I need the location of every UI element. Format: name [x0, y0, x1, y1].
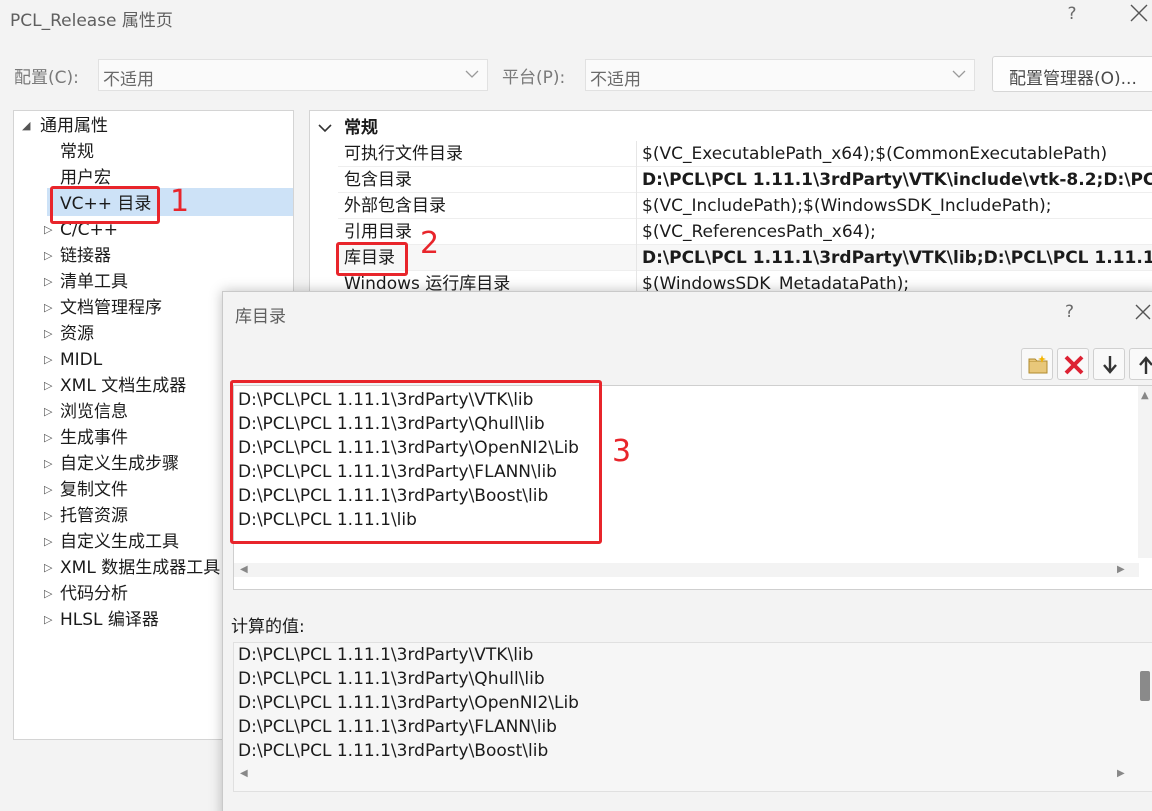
- expand-arrow-icon[interactable]: ▷: [44, 295, 56, 321]
- move-up-icon[interactable]: [1129, 348, 1152, 380]
- property-row[interactable]: 包含目录 D:\PCL\PCL 1.11.1\3rdParty\VTK\inclu…: [338, 167, 1152, 193]
- tree-item-label: XML 数据生成器工具: [60, 558, 221, 578]
- property-name: 包含目录: [344, 170, 412, 190]
- column-separator: [636, 219, 637, 245]
- platform-value: 不适用: [590, 70, 641, 90]
- tree-item-label: 清单工具: [60, 272, 128, 292]
- scroll-right-icon[interactable]: ▶: [1117, 564, 1125, 575]
- expand-arrow-icon[interactable]: ▷: [44, 347, 56, 373]
- tree-root-label: 通用属性: [40, 116, 108, 136]
- platform-dropdown[interactable]: 不适用: [585, 59, 975, 91]
- new-folder-icon[interactable]: [1021, 348, 1053, 380]
- property-row[interactable]: 库目录 D:\PCL\PCL 1.11.1\3rdParty\VTK\lib;D:…: [338, 245, 1152, 271]
- tree-item-label: XML 文档生成器: [60, 376, 187, 396]
- chevron-down-icon: [465, 70, 479, 78]
- column-separator: [636, 245, 637, 271]
- expand-arrow-icon[interactable]: ▷: [44, 607, 56, 633]
- config-label: 配置(C):: [14, 68, 79, 88]
- tree-item-label: 文档管理程序: [60, 298, 162, 318]
- window-title: PCL_Release 属性页: [10, 11, 173, 31]
- property-value: $(VC_IncludePath);$(WindowsSDK_IncludePa…: [642, 196, 1052, 216]
- annotation-number-3: 3: [612, 434, 632, 469]
- expand-arrow-icon[interactable]: ▷: [44, 321, 56, 347]
- tree-item-label: 复制文件: [60, 480, 128, 500]
- computed-values-label: 计算的值:: [231, 617, 305, 637]
- collapse-arrow-icon: ◢: [22, 119, 31, 132]
- expand-arrow-icon[interactable]: ▷: [44, 373, 56, 399]
- column-separator: [636, 167, 637, 193]
- scroll-right-icon[interactable]: ▶: [1117, 768, 1125, 779]
- tree-item-label: 常规: [60, 142, 94, 162]
- annotation-box-1: [50, 186, 160, 224]
- tree-item-label: HLSL 编译器: [60, 610, 159, 630]
- expand-arrow-icon[interactable]: ▷: [44, 581, 56, 607]
- close-icon[interactable]: [1128, 2, 1152, 28]
- move-down-icon[interactable]: [1093, 348, 1125, 380]
- expand-arrow-icon[interactable]: ▷: [44, 399, 56, 425]
- annotation-box-3: [230, 380, 602, 544]
- config-manager-button[interactable]: 配置管理器(O)...: [992, 56, 1152, 92]
- tree-item-label: 链接器: [60, 246, 111, 266]
- tree-item-label: 托管资源: [60, 506, 128, 526]
- property-value: $(VC_ExecutablePath_x64);$(CommonExecuta…: [642, 144, 1108, 164]
- property-value: $(VC_ReferencesPath_x64);: [642, 222, 876, 242]
- property-value: D:\PCL\PCL 1.11.1\3rdParty\VTK\include\v…: [642, 170, 1152, 190]
- chevron-down-icon: [318, 124, 332, 133]
- expand-arrow-icon[interactable]: ▷: [44, 269, 56, 295]
- computed-value: D:\PCL\PCL 1.11.1\3rdParty\OpenNI2\Lib: [238, 693, 579, 713]
- computed-value: D:\PCL\PCL 1.11.1\3rdParty\VTK\lib: [238, 645, 534, 665]
- library-dirs-dialog: 库目录 ? D:\PCL\PCL 1.11.1\3rdParty\VTK\lib…: [222, 291, 1152, 811]
- tree-item-label: 自定义生成步骤: [60, 454, 179, 474]
- grid-category[interactable]: 常规: [318, 115, 378, 141]
- expand-arrow-icon[interactable]: ▷: [44, 451, 56, 477]
- property-row[interactable]: 可执行文件目录 $(VC_ExecutablePath_x64);$(Common…: [338, 141, 1152, 167]
- property-name: 可执行文件目录: [344, 144, 463, 164]
- dialog-title: 库目录: [235, 307, 286, 327]
- expand-arrow-icon[interactable]: ▷: [44, 503, 56, 529]
- tree-item-label: 生成事件: [60, 428, 128, 448]
- property-value: D:\PCL\PCL 1.11.1\3rdParty\VTK\lib;D:\PC…: [642, 248, 1152, 268]
- annotation-number-2: 2: [420, 226, 440, 261]
- vertical-scrollbar[interactable]: ▲: [1138, 386, 1152, 558]
- column-separator: [636, 193, 637, 219]
- computed-value: D:\PCL\PCL 1.11.1\3rdParty\FLANN\lib: [238, 717, 557, 737]
- tree-item-label: 自定义生成工具: [60, 532, 179, 552]
- dialog-close-icon[interactable]: [1133, 302, 1152, 326]
- expand-arrow-icon[interactable]: ▷: [44, 425, 56, 451]
- scroll-left-icon[interactable]: ◀: [240, 768, 248, 779]
- horizontal-scrollbar[interactable]: ◀ ▶: [234, 563, 1139, 577]
- column-separator: [636, 141, 637, 167]
- chevron-down-icon: [952, 70, 966, 78]
- computed-values-list: D:\PCL\PCL 1.11.1\3rdParty\VTK\lib D:\PCL…: [233, 642, 1152, 792]
- annotation-box-2: [336, 242, 408, 276]
- property-grid: 常规 可执行文件目录 $(VC_ExecutablePath_x64);$(Com…: [309, 110, 1152, 300]
- property-name: 外部包含目录: [344, 196, 446, 216]
- scroll-left-icon[interactable]: ◀: [240, 564, 248, 575]
- tree-item-label: MIDL: [60, 350, 103, 370]
- computed-value: D:\PCL\PCL 1.11.1\3rdParty\Boost\lib: [238, 741, 549, 761]
- tree-item-label: 浏览信息: [60, 402, 128, 422]
- expand-arrow-icon[interactable]: ▷: [44, 529, 56, 555]
- config-value: 不适用: [103, 70, 154, 90]
- tree-item-label: 资源: [60, 324, 94, 344]
- config-manager-label: 配置管理器(O)...: [1009, 69, 1137, 89]
- expand-arrow-icon[interactable]: ▷: [44, 477, 56, 503]
- platform-label: 平台(P):: [502, 68, 566, 88]
- computed-horizontal-scrollbar[interactable]: ◀ ▶: [234, 767, 1139, 781]
- property-row[interactable]: 外部包含目录 $(VC_IncludePath);$(WindowsSDK_Inc…: [338, 193, 1152, 219]
- scroll-up-icon[interactable]: ▲: [1141, 390, 1149, 401]
- grid-category-label: 常规: [344, 118, 378, 138]
- computed-value: D:\PCL\PCL 1.11.1\3rdParty\Qhull\lib: [238, 669, 545, 689]
- dialog-help-button[interactable]: ?: [1065, 302, 1074, 322]
- property-row[interactable]: 引用目录 $(VC_ReferencesPath_x64);: [338, 219, 1152, 245]
- scroll-thumb[interactable]: [1140, 671, 1150, 701]
- help-button[interactable]: ?: [1062, 4, 1082, 28]
- expand-arrow-icon[interactable]: ▷: [44, 243, 56, 269]
- delete-icon[interactable]: [1057, 348, 1089, 380]
- annotation-number-1: 1: [170, 184, 190, 219]
- tree-item-label: 代码分析: [60, 584, 128, 604]
- expand-arrow-icon[interactable]: ▷: [44, 555, 56, 581]
- config-dropdown[interactable]: 不适用: [98, 59, 488, 91]
